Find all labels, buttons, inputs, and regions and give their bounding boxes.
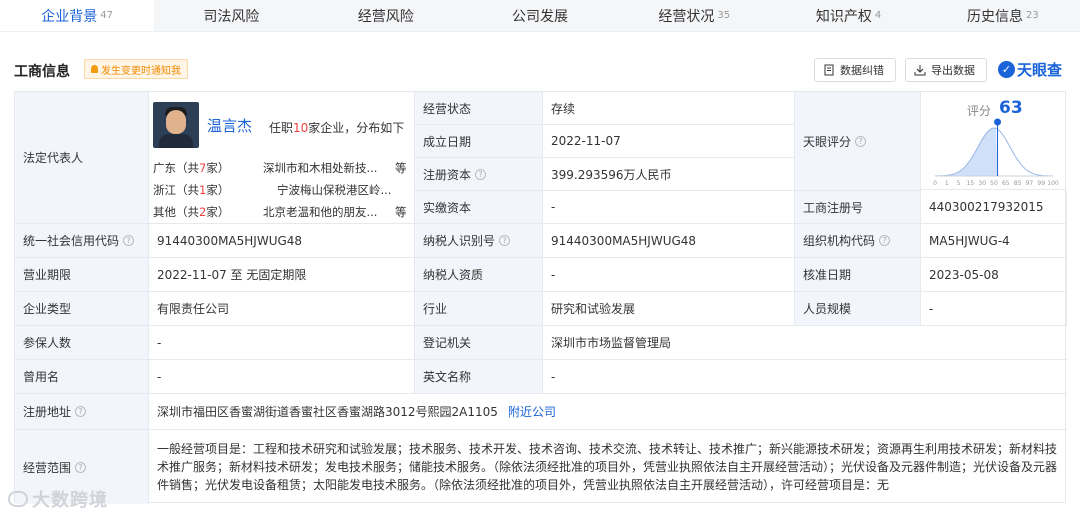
bell-icon	[91, 65, 98, 73]
regno-value: 440300217932015	[921, 191, 1067, 224]
tab-intellectual-property[interactable]: 知识产权 4	[771, 0, 925, 31]
english-name-label: 英文名称	[415, 360, 543, 394]
rep-more-link[interactable]: 等	[395, 204, 407, 220]
legal-rep-name-link[interactable]: 温言杰	[207, 115, 252, 136]
rep-region-row: 浙江（共1家） 宁波梅山保税港区岭...	[149, 182, 415, 200]
tab-company-background[interactable]: 企业背景 47	[0, 0, 155, 31]
est-date-label: 成立日期	[415, 125, 543, 158]
tianyancha-logo: ✓ 天眼查	[998, 59, 1062, 80]
term-value: 2022-11-07 至 无固定期限	[149, 258, 415, 292]
download-icon	[914, 65, 926, 76]
industry-value: 研究和试验发展	[543, 292, 795, 326]
regno-label: 工商注册号	[795, 191, 921, 224]
rep-more-link[interactable]: 等	[395, 160, 407, 176]
company-type-value: 有限责任公司	[149, 292, 415, 326]
credit-code-label: 统一社会信用代码?	[15, 224, 149, 258]
legal-rep-summary: 任职10家企业，分布如下	[269, 121, 405, 135]
former-name-value: -	[149, 360, 415, 394]
score-tick-label: 85	[1014, 180, 1022, 187]
tax-qualification-label: 纳税人资质	[415, 258, 543, 292]
rep-company-link[interactable]: 北京老温和他的朋友...	[263, 204, 391, 220]
score-tick-label: 97	[1026, 180, 1034, 187]
rep-region-row: 广东（共7家） 深圳市和木相处新技... 等	[153, 160, 407, 176]
orgcode-value: MA5HJWUG-4	[921, 224, 1067, 258]
tab-history[interactable]: 历史信息 23	[926, 0, 1080, 31]
score-area	[935, 128, 998, 176]
address-label: 注册地址?	[15, 394, 149, 430]
score-tick-label: 99	[1037, 180, 1045, 187]
nearby-companies-link[interactable]: 附近公司	[508, 403, 556, 420]
rep-company-link[interactable]: 深圳市和木相处新技...	[263, 160, 391, 176]
rep-company-link[interactable]: 宁波梅山保税港区岭...	[277, 182, 397, 198]
avatar[interactable]	[153, 102, 199, 148]
edit-doc-icon	[824, 64, 834, 76]
section-title: 工商信息	[14, 64, 70, 80]
capital-label: 注册资本?	[415, 158, 543, 191]
credit-code-value: 91440300MA5HJWUG48	[149, 224, 415, 258]
term-label: 营业期限	[15, 258, 149, 292]
business-info-table: 法定代表人 温言杰 任职10家企业，分布如下 广东（共7家） 深圳市和木相处新技…	[14, 91, 1067, 504]
score-tick-label: 30	[978, 180, 986, 187]
score-tick-label: 100	[1047, 180, 1059, 187]
score-marker-pin	[994, 118, 1002, 126]
rep-region-row: 其他（共2家） 北京老温和他的朋友... 等	[153, 204, 407, 220]
help-icon[interactable]: ?	[75, 406, 87, 417]
logo-mark-icon: ✓	[998, 61, 1015, 78]
taxid-value: 91440300MA5HJWUG48	[543, 224, 795, 258]
help-icon[interactable]: ?	[475, 168, 487, 180]
score-tick-label: 0	[933, 180, 937, 187]
score-tick-label: 65	[1002, 180, 1010, 187]
help-icon[interactable]: ?	[855, 135, 867, 147]
section-header: 工商信息 发生变更时通知我 数据纠错 导出数据 ✓ 天眼查	[0, 56, 1080, 84]
est-date-value: 2022-11-07	[543, 125, 795, 158]
watermark: 大数跨境	[8, 486, 108, 512]
score-cell[interactable]: 评分 63 0 1 5 15 30 50 65 85 97 99 100	[921, 92, 1067, 190]
data-correction-button[interactable]: 数据纠错	[814, 58, 896, 82]
insured-value: -	[149, 326, 415, 360]
orgcode-label: 组织机构代码?	[795, 224, 921, 258]
legal-rep-label: 法定代表人	[15, 92, 149, 224]
industry-label: 行业	[415, 292, 543, 326]
authority-label: 登记机关	[415, 326, 543, 360]
paid-capital-value: -	[543, 191, 795, 224]
score-distribution-chart: 0 1 5 15 30 50 65 85 97 99 100	[933, 118, 1059, 187]
tax-qualification-value: -	[543, 258, 795, 292]
legal-rep-cell: 温言杰 任职10家企业，分布如下 广东（共7家） 深圳市和木相处新技... 等 …	[149, 92, 415, 224]
help-icon[interactable]: ?	[123, 235, 135, 246]
approve-date-value: 2023-05-08	[921, 258, 1067, 292]
score-tick-label: 50	[990, 180, 998, 187]
export-data-button[interactable]: 导出数据	[905, 58, 987, 82]
status-value: 存续	[543, 92, 795, 125]
address-value: 深圳市福田区香蜜湖街道香蜜社区香蜜湖路3012号熙园2A1105 附近公司	[149, 394, 1067, 430]
score-tick-label: 5	[957, 180, 961, 187]
score-tick-label: 1	[945, 180, 949, 187]
company-type-label: 企业类型	[15, 292, 149, 326]
tab-operation-risk[interactable]: 经营风险	[309, 0, 463, 31]
capital-value: 399.293596万人民币	[543, 158, 795, 191]
staff-size-value: -	[921, 292, 1067, 326]
help-icon[interactable]: ?	[499, 235, 511, 246]
notify-button[interactable]: 发生变更时通知我	[84, 59, 188, 79]
scope-value: 一般经营项目是：工程和技术研究和试验发展；技术服务、技术开发、技术咨询、技术交流…	[157, 442, 1058, 492]
authority-value: 深圳市市场监督管理局	[543, 326, 1067, 360]
paid-capital-label: 实缴资本	[415, 191, 543, 224]
tab-operation-status[interactable]: 经营状况 35	[617, 0, 771, 31]
english-name-value: -	[543, 360, 1067, 394]
help-icon[interactable]: ?	[75, 461, 87, 473]
help-icon[interactable]: ?	[879, 235, 891, 246]
insured-label: 参保人数	[15, 326, 149, 360]
tab-bar: 企业背景 47 司法风险 经营风险 公司发展 经营状况 35 知识产权 4 历史信息 2…	[0, 0, 1080, 32]
watermark-logo-icon	[8, 491, 28, 507]
former-name-label: 曾用名	[15, 360, 149, 394]
notify-label: 发生变更时通知我	[101, 65, 181, 77]
score-tick-label: 15	[967, 180, 975, 187]
staff-size-label: 人员规模	[795, 292, 921, 326]
score-label: 天眼评分?	[795, 92, 921, 191]
tab-company-development[interactable]: 公司发展	[463, 0, 617, 31]
approve-date-label: 核准日期	[795, 258, 921, 292]
taxid-label: 纳税人识别号?	[415, 224, 543, 258]
status-label: 经营状态	[415, 92, 543, 125]
tab-judicial-risk[interactable]: 司法风险	[154, 0, 308, 31]
